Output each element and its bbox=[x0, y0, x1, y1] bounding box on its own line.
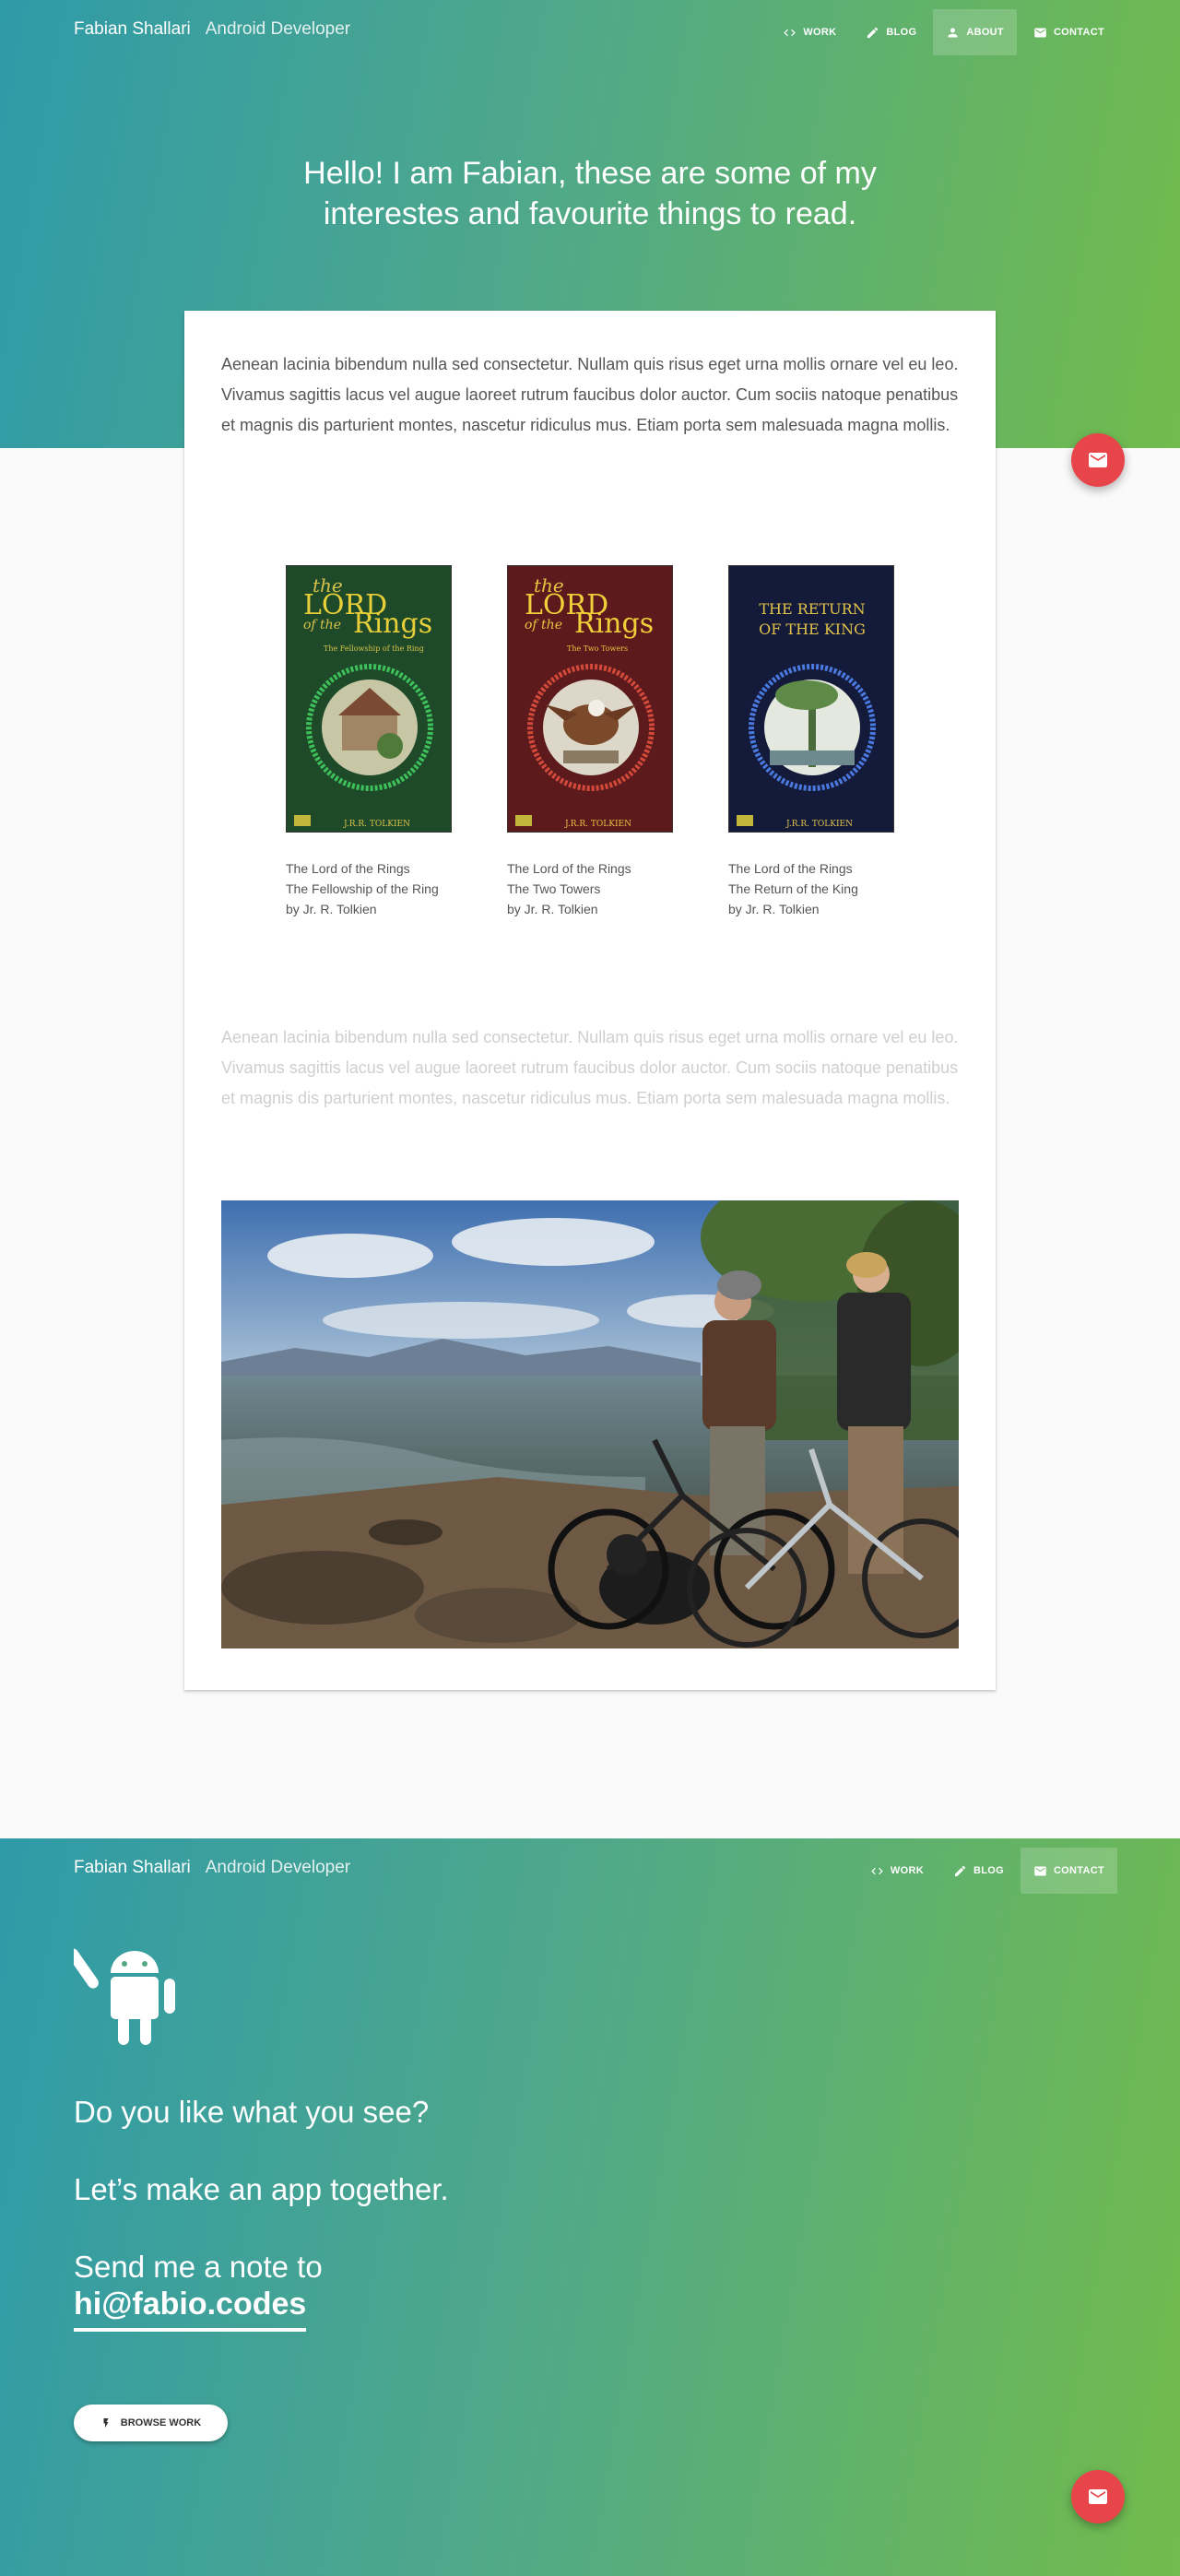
book-cover-art: the LORD of the Rings The Fellowship of … bbox=[294, 574, 433, 829]
code-icon bbox=[871, 1867, 883, 1874]
book-series: The Lord of the Rings bbox=[507, 861, 631, 876]
footer-nav-blog-label: BLOG bbox=[973, 1865, 1004, 1876]
nav-contact[interactable]: CONTACT bbox=[1021, 9, 1117, 55]
book-cover-return-of-the-king: THE RETURN OF THE KING J.R.R. TOLKIEN bbox=[728, 565, 894, 833]
footer-nav: WORK BLOG CONTACT bbox=[857, 1848, 1117, 1894]
svg-text:J.R.R. TOLKIEN: J.R.R. TOLKIEN bbox=[785, 820, 853, 829]
brand-name: Fabian Shallari bbox=[74, 1858, 191, 1877]
browse-work-label: BROWSE WORK bbox=[120, 2417, 202, 2428]
pencil-icon bbox=[954, 1865, 966, 1876]
top-navbar: Fabian Shallari Android Developer WORK B… bbox=[0, 0, 1180, 61]
book-caption: The Lord of the Rings The Fellowship of … bbox=[286, 858, 452, 919]
footer-nav-work-label: WORK bbox=[890, 1865, 924, 1876]
book-title: The Return of the King bbox=[728, 881, 858, 896]
brand-role: Android Developer bbox=[205, 19, 351, 39]
bolt-icon bbox=[103, 2418, 109, 2428]
nav-work-label: WORK bbox=[803, 27, 837, 38]
mail-icon bbox=[1089, 453, 1107, 467]
svg-text:Rings: Rings bbox=[574, 608, 654, 640]
footer-nav-work[interactable]: WORK bbox=[857, 1848, 937, 1894]
nav-about[interactable]: ABOUT bbox=[933, 9, 1017, 55]
content-card: Aenean lacinia bibendum nulla sed consec… bbox=[184, 311, 996, 1690]
book-title: The Two Towers bbox=[507, 881, 601, 896]
book-item[interactable]: the LORD of the Rings The Two Towers J.R… bbox=[507, 565, 673, 919]
book-item[interactable]: the LORD of the Rings The Fellowship of … bbox=[286, 565, 452, 919]
book-series: The Lord of the Rings bbox=[728, 861, 853, 876]
brand-name: Fabian Shallari bbox=[74, 19, 191, 39]
book-author: by Jr. R. Tolkien bbox=[286, 902, 377, 916]
nav-blog[interactable]: BLOG bbox=[853, 9, 929, 55]
book-caption: The Lord of the Rings The Return of the … bbox=[728, 858, 894, 919]
footer-nav-blog[interactable]: BLOG bbox=[940, 1848, 1017, 1894]
nav-about-label: ABOUT bbox=[966, 27, 1004, 38]
footer-question: Do you like what you see? bbox=[74, 2095, 430, 2129]
footer-nav-contact-label: CONTACT bbox=[1053, 1865, 1104, 1876]
book-author: by Jr. R. Tolkien bbox=[507, 902, 598, 916]
hero-title-line2: interestes and favourite things to read. bbox=[323, 196, 857, 231]
android-icon bbox=[74, 1948, 175, 2045]
nav-contact-label: CONTACT bbox=[1053, 27, 1104, 38]
svg-text:THE RETURN: THE RETURN bbox=[759, 600, 865, 618]
secondary-paragraph: Aenean lacinia bibendum nulla sed consec… bbox=[221, 1028, 959, 1107]
book-caption: The Lord of the Rings The Two Towers by … bbox=[507, 858, 673, 919]
nav-work[interactable]: WORK bbox=[770, 9, 849, 55]
footer-brand[interactable]: Fabian Shallari Android Developer bbox=[74, 1858, 350, 1878]
footer-nav-contact[interactable]: CONTACT bbox=[1020, 1848, 1117, 1894]
book-cover-fellowship: the LORD of the Rings The Fellowship of … bbox=[286, 565, 452, 833]
brand-role: Android Developer bbox=[205, 1858, 351, 1877]
mail-icon bbox=[1034, 1866, 1046, 1875]
footer-note-prompt: Send me a note to bbox=[74, 2250, 323, 2284]
nav-blog-label: BLOG bbox=[886, 27, 917, 38]
brand[interactable]: Fabian Shallari Android Developer bbox=[74, 19, 350, 40]
footer-navbar: Fabian Shallari Android Developer WORK B… bbox=[0, 1838, 1180, 1899]
main-nav: WORK BLOG ABOUT CONTACT bbox=[770, 9, 1117, 55]
svg-text:of the: of the bbox=[525, 618, 562, 632]
footer-invite: Let’s make an app together. bbox=[74, 2172, 449, 2206]
person-icon bbox=[948, 28, 958, 37]
browse-work-button[interactable]: BROWSE WORK bbox=[74, 2405, 228, 2441]
book-title: The Fellowship of the Ring bbox=[286, 881, 439, 896]
svg-text:J.R.R. TOLKIEN: J.R.R. TOLKIEN bbox=[564, 820, 631, 829]
book-cover-art: the LORD of the Rings The Two Towers J.R… bbox=[515, 574, 655, 829]
book-cover-art: THE RETURN OF THE KING J.R.R. TOLKIEN bbox=[737, 600, 876, 829]
book-cover-two-towers: the LORD of the Rings The Two Towers J.R… bbox=[507, 565, 673, 833]
lakeside-photo-art bbox=[221, 1200, 959, 1648]
svg-text:of the: of the bbox=[303, 618, 341, 632]
intro-paragraph: Aenean lacinia bibendum nulla sed consec… bbox=[221, 355, 959, 434]
svg-text:OF THE KING: OF THE KING bbox=[759, 620, 866, 638]
pencil-icon bbox=[867, 27, 879, 38]
hero-title: Hello! I am Fabian, these are some of my… bbox=[0, 153, 1180, 234]
contact-fab[interactable] bbox=[1071, 433, 1125, 487]
book-item[interactable]: THE RETURN OF THE KING J.R.R. TOLKIEN Th… bbox=[728, 565, 894, 919]
book-series: The Lord of the Rings bbox=[286, 861, 410, 876]
hero-title-line1: Hello! I am Fabian, these are some of my bbox=[303, 156, 877, 191]
svg-text:J.R.R. TOLKIEN: J.R.R. TOLKIEN bbox=[343, 820, 410, 829]
code-icon bbox=[784, 29, 796, 36]
mail-icon bbox=[1034, 28, 1046, 37]
footer: Fabian Shallari Android Developer WORK B… bbox=[0, 1838, 1180, 2576]
svg-text:The Fellowship of the Ring: The Fellowship of the Ring bbox=[324, 644, 424, 653]
mail-icon bbox=[1089, 2489, 1107, 2504]
lakeside-photo bbox=[221, 1200, 959, 1648]
email-link[interactable]: hi@fabio.codes bbox=[74, 2286, 307, 2332]
svg-text:The Two Towers: The Two Towers bbox=[567, 644, 628, 653]
footer-contact-fab[interactable] bbox=[1071, 2470, 1125, 2523]
book-author: by Jr. R. Tolkien bbox=[728, 902, 820, 916]
svg-text:Rings: Rings bbox=[353, 608, 432, 640]
